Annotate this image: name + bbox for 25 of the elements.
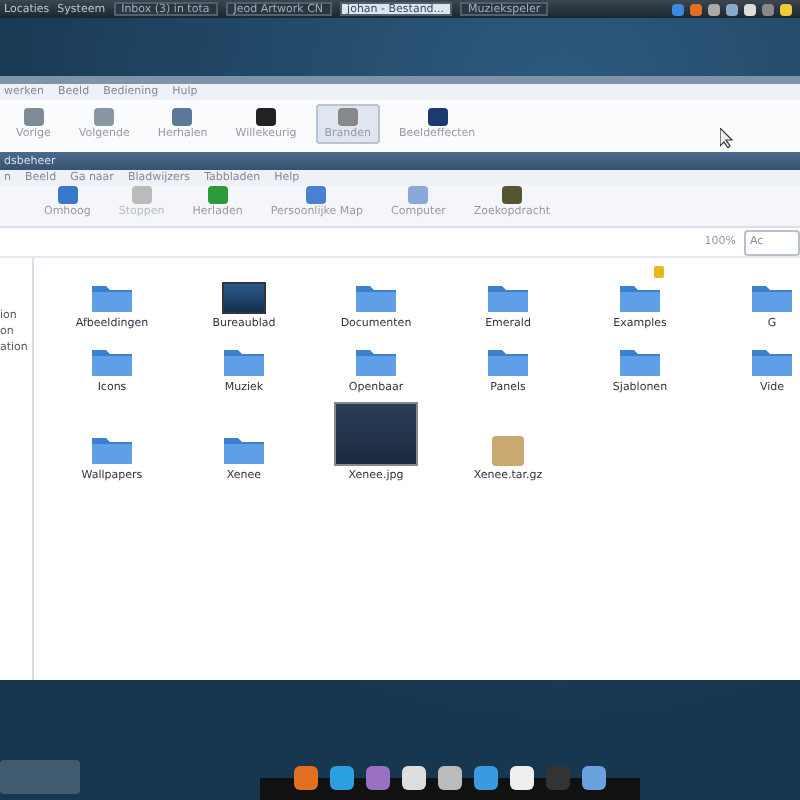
folder-icon	[618, 282, 662, 314]
dock-app-icon[interactable]	[438, 766, 462, 790]
desktop-folder-icon	[222, 282, 266, 314]
dock-app-icon[interactable]	[582, 766, 606, 790]
dock-app-icon[interactable]	[294, 766, 318, 790]
folder-icon	[90, 282, 134, 314]
folder-icon	[354, 346, 398, 378]
folder-icon	[486, 346, 530, 378]
folder-icon	[90, 346, 134, 378]
cursor-icon	[720, 128, 734, 148]
folder-icon	[90, 434, 134, 466]
folder-icon	[750, 282, 794, 314]
dock-app-icon[interactable]	[402, 766, 426, 790]
archive-icon	[492, 436, 524, 466]
folder-icon	[222, 346, 266, 378]
image-thumbnail	[334, 402, 418, 466]
dock-app-icon[interactable]	[474, 766, 498, 790]
folder-icon	[486, 282, 530, 314]
folder-icon	[750, 346, 794, 378]
panel-widget	[0, 760, 80, 794]
folder-icon	[618, 346, 662, 378]
dock-app-icon[interactable]	[510, 766, 534, 790]
folder-icon	[354, 282, 398, 314]
dock-app-icon[interactable]	[330, 766, 354, 790]
folder-icon	[222, 434, 266, 466]
